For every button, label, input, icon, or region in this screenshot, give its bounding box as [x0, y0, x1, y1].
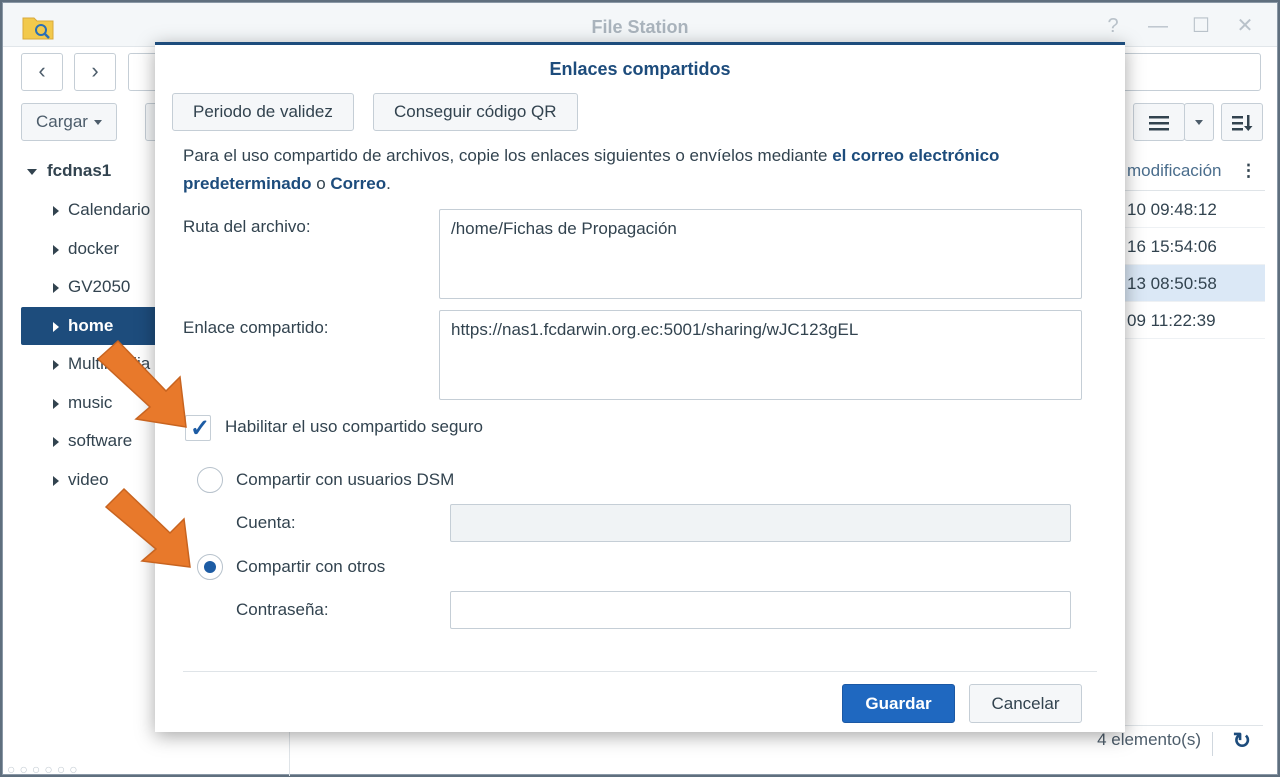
description-text: Para el uso compartido de archivos, copi…	[183, 146, 833, 165]
window-title: File Station	[591, 17, 689, 37]
column-header-modified[interactable]: modificación ⋮	[1121, 153, 1265, 191]
view-dropdown-button[interactable]	[1184, 103, 1214, 141]
refresh-icon[interactable]: ↻	[1233, 728, 1251, 754]
table-row[interactable]: 16 15:54:06	[1121, 228, 1265, 265]
upload-label: Cargar	[36, 112, 88, 131]
dialog-title: Enlaces compartidos	[549, 59, 731, 79]
dialog-footer-divider	[183, 671, 1097, 672]
secure-share-label[interactable]: Habilitar el uso compartido seguro	[225, 417, 483, 437]
account-field	[450, 504, 1071, 542]
list-view-icon	[1149, 115, 1169, 131]
chevron-down-icon	[27, 168, 37, 175]
minimize-icon[interactable]: —	[1146, 15, 1170, 37]
sort-button[interactable]	[1221, 103, 1263, 141]
annotation-arrow-icon	[104, 487, 191, 568]
sidebar-item-label: GV2050	[68, 277, 131, 296]
chevron-right-icon	[53, 475, 59, 486]
list-view-button[interactable]	[1133, 103, 1185, 141]
file-path-field[interactable]: /home/Fichas de Propagación	[439, 209, 1082, 299]
password-field[interactable]	[450, 591, 1071, 629]
shared-links-dialog: Enlaces compartidos Periodo de validez C…	[155, 42, 1125, 732]
validity-period-button[interactable]: Periodo de validez	[172, 93, 354, 131]
shared-link-field[interactable]: https://nas1.fcdarwin.org.ec:5001/sharin…	[439, 310, 1082, 400]
column-header-label: modificación	[1127, 161, 1222, 180]
password-label: Contraseña:	[236, 600, 329, 619]
annotation-arrow-icon	[96, 339, 187, 428]
title-bar: File Station ? — ☐ ✕	[3, 3, 1277, 47]
forward-button[interactable]: ›	[74, 53, 116, 91]
chevron-right-icon	[53, 360, 59, 370]
item-count: 4 elemento(s)	[1097, 730, 1201, 749]
sidebar-divider	[289, 728, 290, 776]
sidebar-item-label: docker	[68, 238, 120, 258]
qr-code-button[interactable]: Conseguir código QR	[373, 93, 578, 131]
tree-root-label: fcdnas1	[47, 161, 112, 180]
chevron-right-icon	[53, 244, 59, 255]
chevron-down-icon	[93, 120, 102, 126]
close-icon[interactable]: ✕	[1233, 15, 1257, 37]
maximize-icon[interactable]: ☐	[1189, 15, 1213, 37]
share-dsm-users-label[interactable]: Compartir con usuarios DSM	[236, 470, 454, 490]
chevron-right-icon	[53, 321, 59, 332]
faint-toolbar-icons: ○○○○○○	[7, 761, 82, 777]
dialog-description: Para el uso compartido de archivos, copi…	[183, 142, 1083, 198]
upload-button[interactable]: Cargar	[21, 103, 117, 141]
help-icon[interactable]: ?	[1101, 15, 1125, 37]
cancel-button[interactable]: Cancelar	[969, 684, 1082, 723]
save-button[interactable]: Guardar	[842, 684, 955, 723]
share-others-label[interactable]: Compartir con otros	[236, 557, 385, 577]
file-path-label: Ruta del archivo:	[183, 217, 311, 236]
description-text: o	[311, 174, 331, 193]
chevron-right-icon	[53, 283, 59, 293]
sidebar-item-label: Calendario	[68, 200, 151, 219]
sort-icon	[1232, 114, 1253, 131]
mail-link[interactable]: Correo	[330, 174, 386, 193]
column-menu-icon[interactable]: ⋮	[1240, 153, 1257, 189]
chevron-right-icon	[53, 398, 59, 409]
table-row[interactable]: 09 11:22:39	[1121, 302, 1265, 339]
sidebar-item-label: home	[68, 315, 114, 335]
search-input[interactable]	[1121, 53, 1261, 91]
chevron-down-icon	[1195, 120, 1203, 126]
chevron-right-icon	[53, 206, 59, 216]
back-button[interactable]: ‹	[21, 53, 63, 91]
description-text: .	[386, 174, 391, 193]
status-divider	[1212, 732, 1213, 756]
account-label: Cuenta:	[236, 513, 296, 532]
table-row[interactable]: 13 08:50:58	[1121, 265, 1265, 302]
chevron-right-icon	[53, 437, 59, 447]
table-row[interactable]: 10 09:48:12	[1121, 191, 1265, 228]
